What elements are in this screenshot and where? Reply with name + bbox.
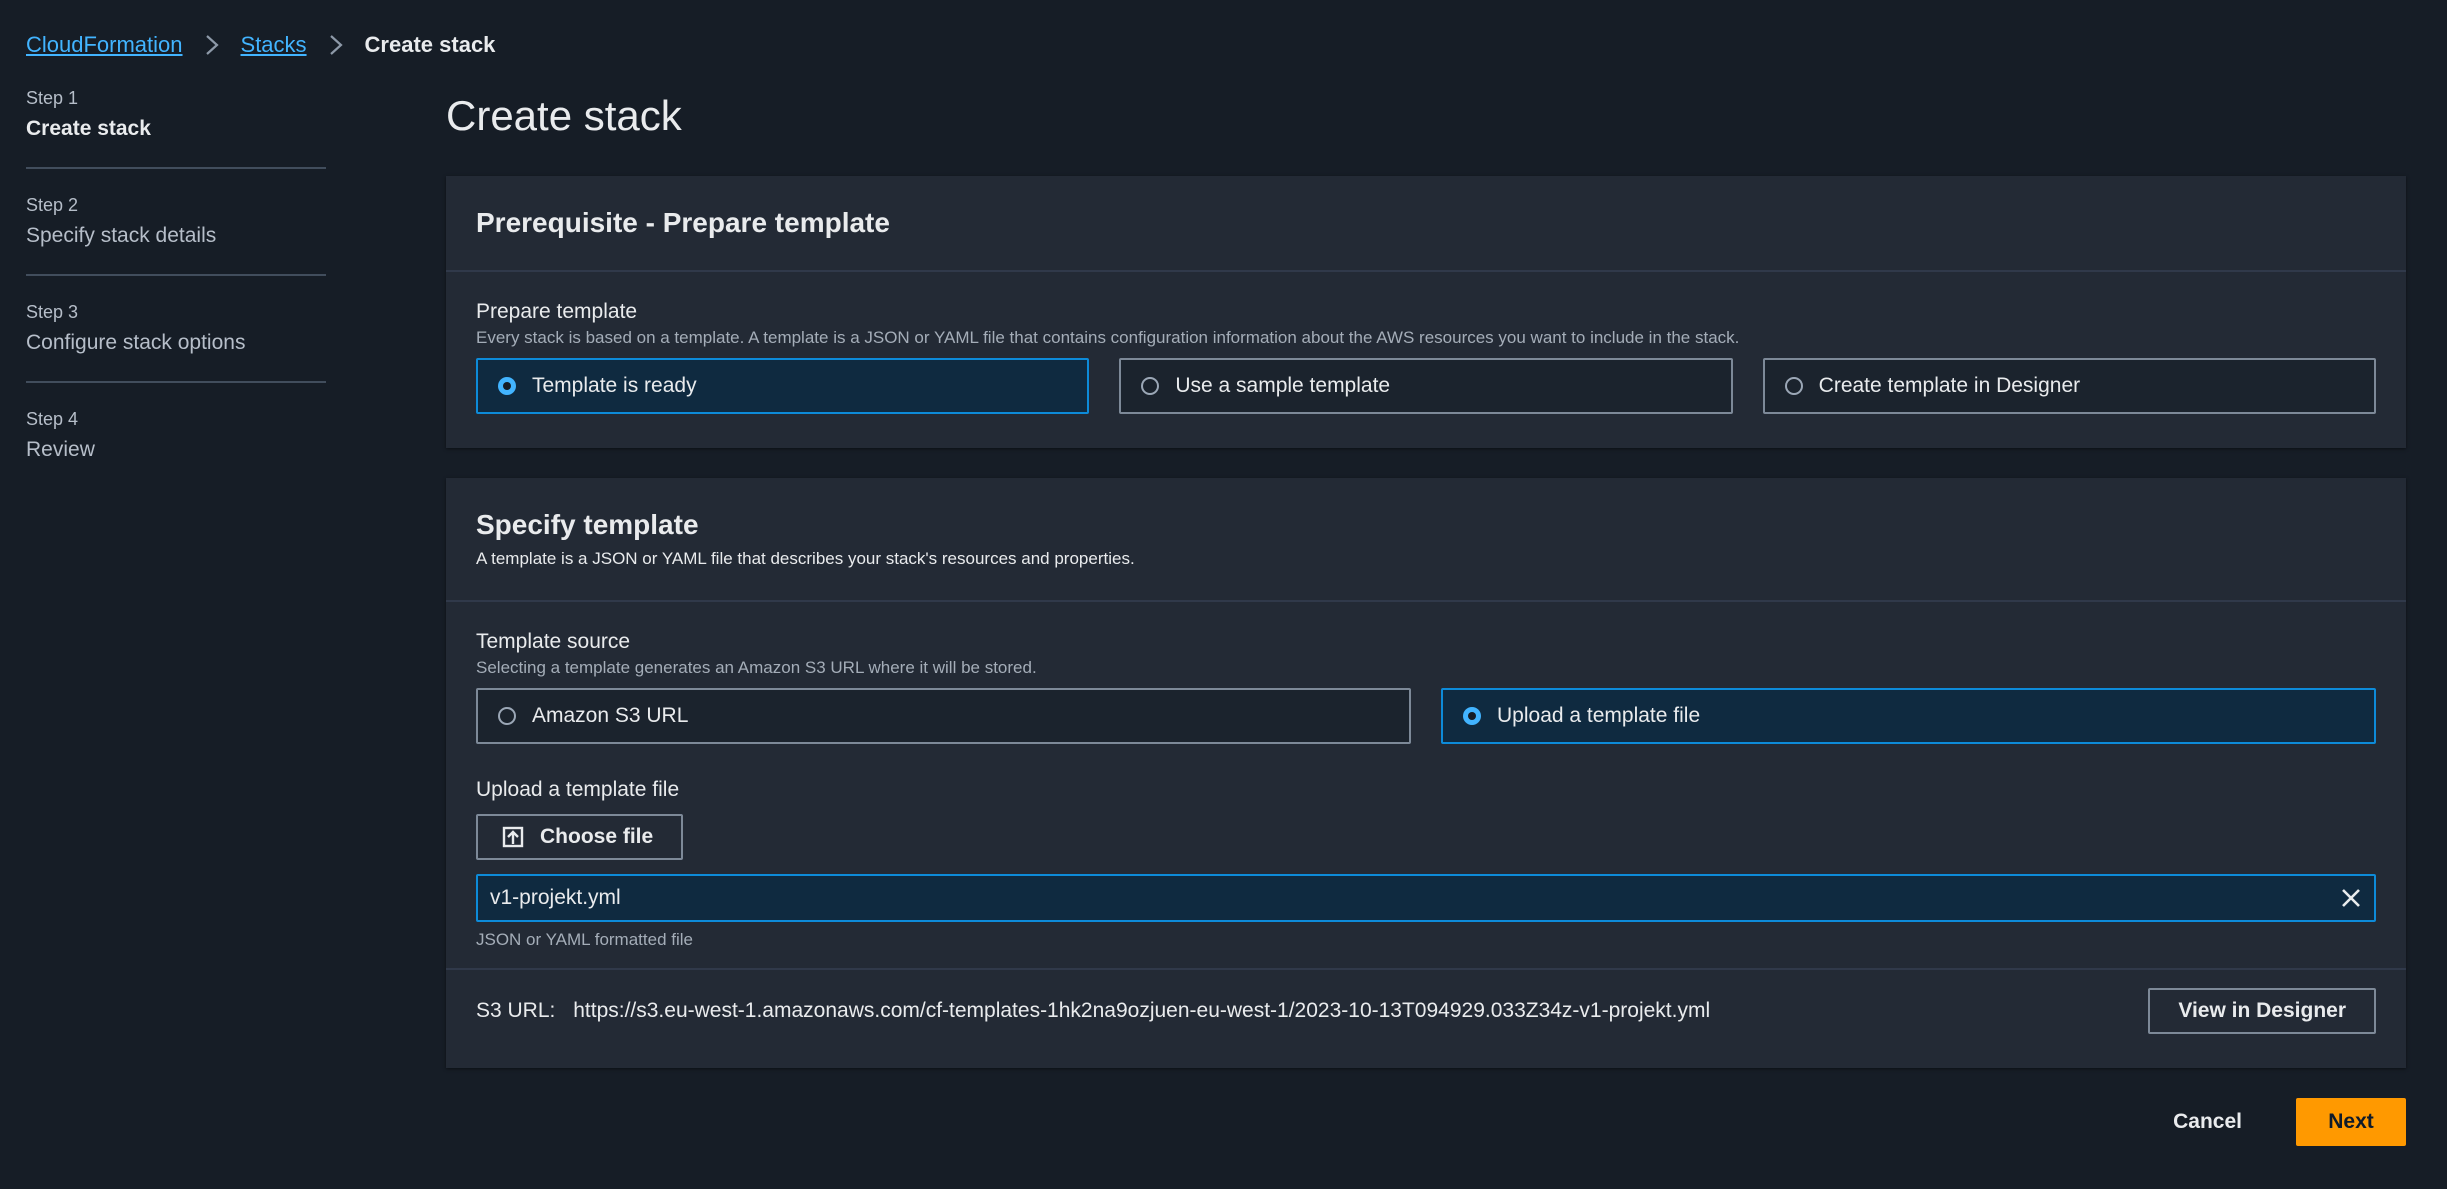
cancel-button[interactable]: Cancel xyxy=(2167,1109,2248,1135)
chevron-right-icon xyxy=(197,30,227,60)
panel-heading: Specify template xyxy=(476,509,699,540)
step-number: Step 4 xyxy=(26,409,79,429)
panel-description: A template is a JSON or YAML file that d… xyxy=(476,549,1135,568)
file-name: v1-projekt.yml xyxy=(490,886,621,909)
option-label: Use a sample template xyxy=(1175,374,1391,397)
step-number: Step 1 xyxy=(26,88,79,108)
breadcrumb-current: Create stack xyxy=(364,32,496,57)
radio-selected-icon xyxy=(1463,707,1481,725)
s3-url-row: S3 URL: https://s3.eu-west-1.amazonaws.c… xyxy=(446,968,2406,1052)
step-label: Review xyxy=(26,438,95,461)
upload-icon xyxy=(502,826,524,848)
wizard-step-3: Step 3 Configure stack options xyxy=(26,302,326,383)
field-label: Upload a template file xyxy=(476,778,680,801)
specify-template-panel: Specify template A template is a JSON or… xyxy=(446,478,2406,1068)
field-label: Prepare template xyxy=(476,300,638,323)
option-label: Upload a template file xyxy=(1497,704,1701,727)
selected-file-token: v1-projekt.yml xyxy=(476,874,2376,922)
radio-empty-icon xyxy=(1784,377,1803,395)
wizard-steps: Step 1 Create stack Step 2 Specify stack… xyxy=(26,88,326,514)
s3-url-label: S3 URL: xyxy=(476,999,556,1022)
file-hint: JSON or YAML formatted file xyxy=(476,930,693,949)
panel-body: Prepare template Every stack is based on… xyxy=(446,272,2406,414)
prepare-template-options: Template is ready Use a sample template … xyxy=(476,358,2376,414)
radio-selected-icon xyxy=(498,377,516,395)
panel-header: Specify template A template is a JSON or… xyxy=(446,478,2406,602)
option-template-ready[interactable]: Template is ready xyxy=(476,358,1090,414)
prepare-template-panel: Prerequisite - Prepare template Prepare … xyxy=(446,176,2406,448)
radio-empty-icon xyxy=(1141,377,1160,395)
step-label: Configure stack options xyxy=(26,331,246,354)
s3-url-text: S3 URL: https://s3.eu-west-1.amazonaws.c… xyxy=(476,999,1710,1023)
panel-heading: Prerequisite - Prepare template xyxy=(476,207,890,238)
option-designer-template[interactable]: Create template in Designer xyxy=(1762,358,2376,414)
step-label: Create stack xyxy=(26,117,151,140)
option-label: Create template in Designer xyxy=(1818,374,2081,397)
option-upload-file[interactable]: Upload a template file xyxy=(1441,688,2376,744)
page-title: Create stack xyxy=(446,92,682,139)
breadcrumb-stacks-link[interactable]: Stacks xyxy=(241,32,307,58)
step-label: Specify stack details xyxy=(26,224,217,247)
template-source-options: Amazon S3 URL Upload a template file xyxy=(476,688,2376,744)
breadcrumb: CloudFormation Stacks Create stack xyxy=(26,30,495,60)
wizard-step-2: Step 2 Specify stack details xyxy=(26,195,326,276)
wizard-step-4: Step 4 Review xyxy=(26,409,326,488)
form-actions: Cancel Next xyxy=(2167,1098,2406,1146)
s3-url-value: https://s3.eu-west-1.amazonaws.com/cf-te… xyxy=(573,999,1711,1022)
option-s3-url[interactable]: Amazon S3 URL xyxy=(476,688,1411,744)
breadcrumb-cloudformation-link[interactable]: CloudFormation xyxy=(26,32,183,58)
panel-body: Template source Selecting a template gen… xyxy=(446,602,2406,968)
choose-file-label: Choose file xyxy=(540,825,654,848)
option-label: Amazon S3 URL xyxy=(532,704,689,727)
view-in-designer-button[interactable]: View in Designer xyxy=(2148,988,2376,1034)
chevron-right-icon xyxy=(321,30,351,60)
field-description: Every stack is based on a template. A te… xyxy=(476,328,1740,347)
field-label: Template source xyxy=(476,630,631,653)
next-button[interactable]: Next xyxy=(2296,1098,2406,1146)
radio-empty-icon xyxy=(498,707,516,725)
wizard-step-1: Step 1 Create stack xyxy=(26,88,326,169)
field-description: Selecting a template generates an Amazon… xyxy=(476,658,1037,677)
panel-header: Prerequisite - Prepare template xyxy=(446,176,2406,272)
option-sample-template[interactable]: Use a sample template xyxy=(1119,358,1733,414)
choose-file-button[interactable]: Choose file xyxy=(476,814,684,860)
option-label: Template is ready xyxy=(532,374,697,397)
step-number: Step 2 xyxy=(26,195,79,215)
close-icon[interactable] xyxy=(2340,887,2362,909)
step-number: Step 3 xyxy=(26,302,79,322)
